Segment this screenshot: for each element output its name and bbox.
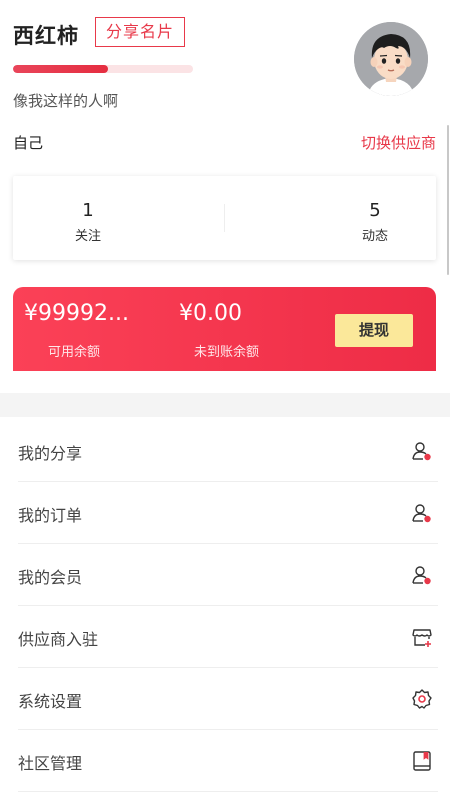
- pending-balance-label: 未到账余额: [194, 345, 260, 360]
- current-supplier-label: 自己: [13, 134, 44, 152]
- menu-divider: [18, 791, 438, 792]
- menu-item-my-members[interactable]: 我的会员: [0, 544, 450, 606]
- switch-supplier-link[interactable]: 切换供应商: [361, 132, 436, 153]
- menu-item-my-shares[interactable]: 我的分享: [0, 420, 450, 482]
- menu-item-label: 系统设置: [18, 692, 83, 711]
- level-progress-fill: [13, 65, 109, 73]
- menu-list: 我的分享 我的订单 我的会员 供应商入驻 系统设置 社区管理: [0, 420, 450, 792]
- stat-following-label: 关注: [74, 229, 101, 244]
- user-member-icon: [412, 566, 431, 585]
- stats-card: 1 关注 5 动态: [13, 176, 436, 260]
- user-signature: 像我这样的人啊: [13, 92, 119, 110]
- avatar[interactable]: [354, 22, 428, 96]
- menu-item-supplier-join[interactable]: 供应商入驻: [0, 606, 450, 668]
- pending-balance-amount: ¥0.00: [179, 301, 242, 326]
- scrollbar[interactable]: [447, 125, 449, 275]
- section-gap: [0, 393, 450, 417]
- store-add-icon: [412, 629, 432, 647]
- share-card-button[interactable]: 分享名片: [95, 17, 185, 47]
- menu-item-my-orders[interactable]: 我的订单: [0, 482, 450, 544]
- stat-following[interactable]: 1 关注: [13, 176, 224, 260]
- menu-item-system-settings[interactable]: 系统设置: [0, 668, 450, 730]
- profile-header: 西红柿 分享名片 像我这样的人啊: [0, 0, 450, 130]
- level-progress-bar: [13, 65, 193, 73]
- menu-item-label: 我的订单: [18, 506, 83, 525]
- cartoon-boy-avatar-icon: [354, 22, 428, 96]
- menu-item-label: 供应商入驻: [18, 630, 99, 649]
- available-balance-amount: ¥99992...: [24, 301, 129, 326]
- stat-posts[interactable]: 5 动态: [225, 176, 436, 260]
- menu-item-label: 我的会员: [18, 568, 83, 587]
- user-share-icon: [412, 442, 431, 461]
- user-order-icon: [412, 504, 431, 523]
- stat-posts-count: 5: [369, 200, 381, 221]
- supplier-row: 自己 切换供应商: [0, 128, 450, 156]
- wallet-card: ¥99992... 可用余额 ¥0.00 未到账余额 提现: [13, 287, 436, 371]
- user-name: 西红柿: [13, 24, 79, 48]
- menu-item-label: 社区管理: [18, 754, 83, 773]
- available-balance-label: 可用余额: [48, 345, 101, 360]
- stat-following-count: 1: [82, 200, 94, 221]
- menu-item-label: 我的分享: [18, 444, 83, 463]
- withdraw-button[interactable]: 提现: [335, 314, 413, 347]
- stat-posts-label: 动态: [361, 229, 388, 244]
- menu-item-community-management[interactable]: 社区管理: [0, 730, 450, 792]
- book-icon: [413, 751, 431, 771]
- gear-icon: [412, 689, 432, 709]
